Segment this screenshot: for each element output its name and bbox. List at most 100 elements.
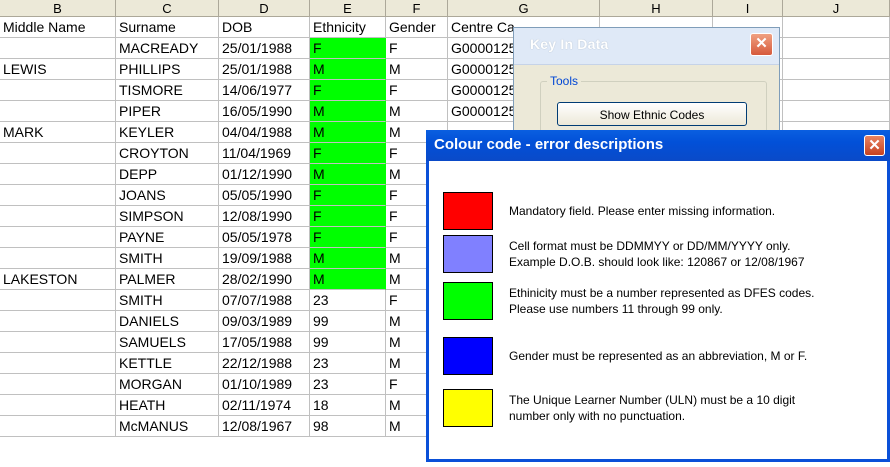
cell[interactable]: SMITH [116,290,219,311]
cell[interactable]: 23 [310,290,386,311]
cell[interactable]: HEATH [116,395,219,416]
cell[interactable]: 16/05/1990 [219,101,310,122]
cell[interactable]: 01/12/1990 [219,164,310,185]
colour-code-titlebar[interactable]: Colour code - error descriptions ✕ [426,130,890,161]
cell[interactable]: PHILLIPS [116,59,219,80]
cell[interactable]: Surname [116,17,219,38]
cell[interactable]: M [310,248,386,269]
cell[interactable] [0,80,116,101]
cell[interactable] [0,353,116,374]
cell[interactable] [0,101,116,122]
cell[interactable]: 09/03/1989 [219,311,310,332]
cell[interactable]: F [310,38,386,59]
cell[interactable]: MARK [0,122,116,143]
cell[interactable] [783,80,890,101]
cell[interactable]: 25/01/1988 [219,38,310,59]
cell[interactable]: 17/05/1988 [219,332,310,353]
close-icon[interactable]: ✕ [864,135,885,156]
column-header-j[interactable]: J [783,0,890,17]
cell[interactable]: Gender [386,17,448,38]
cell[interactable]: 11/04/1969 [219,143,310,164]
cell[interactable]: 98 [310,416,386,437]
column-header-e[interactable]: E [310,0,386,17]
cell[interactable]: LEWIS [0,59,116,80]
cell[interactable]: 22/12/1988 [219,353,310,374]
cell[interactable]: MACREADY [116,38,219,59]
cell[interactable] [783,17,890,38]
cell[interactable] [0,38,116,59]
cell[interactable] [0,416,116,437]
cell[interactable]: KETTLE [116,353,219,374]
column-header-c[interactable]: C [116,0,219,17]
cell[interactable]: F [386,80,448,101]
cell[interactable]: Ethnicity [310,17,386,38]
cell[interactable]: 18 [310,395,386,416]
cell[interactable]: F [386,38,448,59]
cell[interactable]: 05/05/1978 [219,227,310,248]
cell[interactable]: 19/09/1988 [219,248,310,269]
cell[interactable]: F [310,206,386,227]
cell[interactable]: 14/06/1977 [219,80,310,101]
cell[interactable] [0,248,116,269]
cell[interactable]: PIPER [116,101,219,122]
cell[interactable] [0,332,116,353]
cell[interactable]: M [310,59,386,80]
cell[interactable]: 05/05/1990 [219,185,310,206]
cell[interactable] [783,59,890,80]
cell[interactable]: DOB [219,17,310,38]
column-header-f[interactable]: F [386,0,448,17]
cell[interactable]: 01/10/1989 [219,374,310,395]
cell[interactable]: 28/02/1990 [219,269,310,290]
cell[interactable]: F [310,185,386,206]
cell[interactable]: SIMPSON [116,206,219,227]
column-header-d[interactable]: D [219,0,310,17]
cell[interactable]: TISMORE [116,80,219,101]
column-header-i[interactable]: I [713,0,783,17]
cell[interactable]: M [310,101,386,122]
cell[interactable]: 04/04/1988 [219,122,310,143]
cell[interactable]: M [310,164,386,185]
cell[interactable]: 99 [310,332,386,353]
cell[interactable]: F [310,143,386,164]
cell[interactable]: LAKESTON [0,269,116,290]
cell[interactable]: DANIELS [116,311,219,332]
cell[interactable]: DEPP [116,164,219,185]
cell[interactable]: 25/01/1988 [219,59,310,80]
cell[interactable]: 99 [310,311,386,332]
cell[interactable]: JOANS [116,185,219,206]
cell[interactable] [0,164,116,185]
cell[interactable] [0,206,116,227]
cell[interactable]: M [386,101,448,122]
key-in-data-titlebar[interactable]: Key In Data ✕ [514,28,779,65]
cell[interactable]: PAYNE [116,227,219,248]
cell[interactable]: M [386,59,448,80]
close-icon[interactable]: ✕ [750,33,773,56]
cell[interactable] [0,374,116,395]
cell[interactable] [0,227,116,248]
cell[interactable]: 23 [310,374,386,395]
cell[interactable]: 23 [310,353,386,374]
cell[interactable]: KEYLER [116,122,219,143]
column-header-h[interactable]: H [600,0,713,17]
cell[interactable]: 02/11/1974 [219,395,310,416]
cell[interactable]: 12/08/1967 [219,416,310,437]
cell[interactable]: M [310,269,386,290]
cell[interactable] [0,185,116,206]
cell[interactable]: F [310,227,386,248]
cell[interactable] [783,38,890,59]
cell[interactable] [0,395,116,416]
cell[interactable]: CROYTON [116,143,219,164]
column-header-g[interactable]: G [448,0,600,17]
cell[interactable]: PALMER [116,269,219,290]
cell[interactable] [0,143,116,164]
cell[interactable]: MORGAN [116,374,219,395]
cell[interactable]: McMANUS [116,416,219,437]
cell[interactable]: M [310,122,386,143]
cell[interactable]: 12/08/1990 [219,206,310,227]
show-ethnic-codes-button[interactable]: Show Ethnic Codes [557,102,747,126]
cell[interactable]: Middle Name [0,17,116,38]
cell[interactable] [0,311,116,332]
cell[interactable]: SAMUELS [116,332,219,353]
cell[interactable] [783,101,890,122]
cell[interactable]: 07/07/1988 [219,290,310,311]
